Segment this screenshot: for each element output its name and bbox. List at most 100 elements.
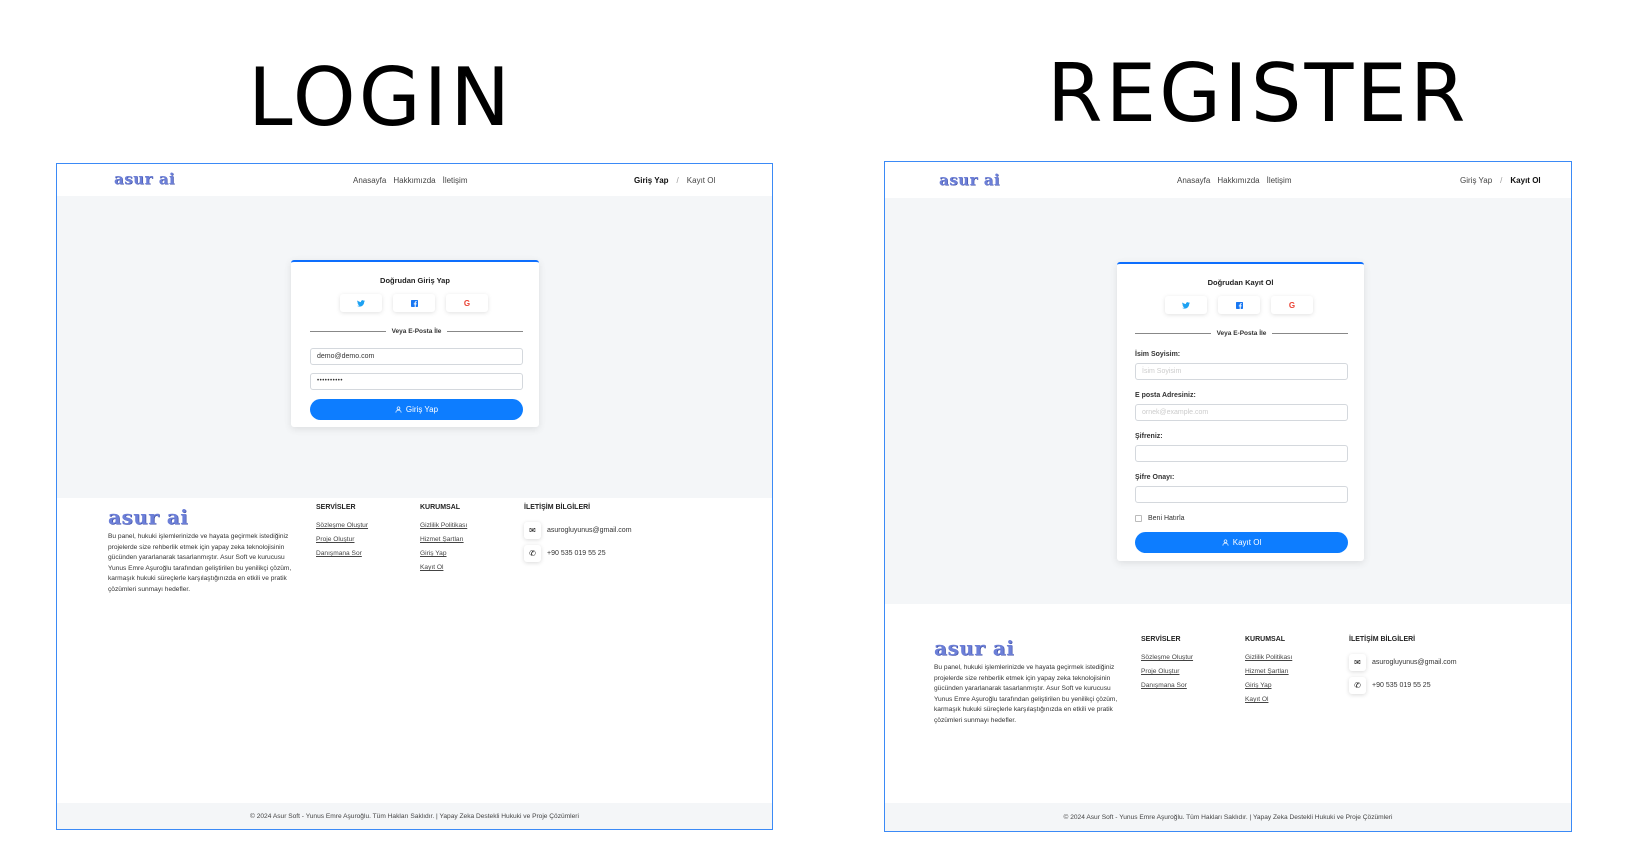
brand-logo[interactable]: asur ai	[939, 171, 1000, 189]
corporate-link-register[interactable]: Kayıt Ol	[420, 564, 467, 571]
copyright-text: © 2024 Asur Soft - Yunus Emre Aşuroğlu. …	[1063, 813, 1393, 821]
google-button[interactable]: G	[1271, 296, 1313, 314]
services-title: SERVİSLER	[316, 504, 356, 511]
remember-label: Beni Hatırla	[1148, 515, 1185, 522]
footer-description: Bu panel, hukuki işlemlerinizde ve hayat…	[108, 533, 292, 593]
name-label: İsim Soyisim:	[1135, 351, 1181, 358]
divider-text: Veya E-Posta İle	[1216, 330, 1267, 337]
card-title: Doğrudan Giriş Yap	[380, 276, 450, 285]
footer-services: SERVİSLER Sözleşme Oluştur Proje Oluştur…	[1141, 636, 1193, 696]
divider-text: Veya E-Posta İle	[391, 328, 442, 335]
register-submit-button[interactable]: Kayıt Ol	[1135, 532, 1348, 553]
divider-line-right	[1272, 333, 1348, 334]
nav-links: Anasayfa Hakkımızda İletişim	[353, 176, 467, 185]
user-icon	[1222, 539, 1229, 546]
login-submit-label: Giriş Yap	[405, 405, 439, 414]
social-register-row: G	[1165, 296, 1313, 314]
navbar: asur ai Anasayfa Hakkımızda İletişim Gir…	[57, 164, 772, 196]
nav-link-home[interactable]: Anasayfa	[1177, 176, 1210, 185]
google-icon: G	[1288, 300, 1296, 310]
remember-checkbox[interactable]	[1135, 515, 1142, 522]
facebook-button[interactable]	[1218, 296, 1260, 314]
envelope-icon: ✉	[1349, 654, 1366, 671]
user-icon	[395, 406, 402, 413]
nav-link-about[interactable]: Hakkımızda	[1217, 176, 1259, 185]
twitter-button[interactable]	[340, 294, 382, 312]
google-button[interactable]: G	[446, 294, 488, 312]
password-input[interactable]	[1135, 445, 1348, 462]
twitter-button[interactable]	[1165, 296, 1207, 314]
nav-auth: Giriş Yap / Kayıt Ol	[1460, 176, 1541, 185]
login-heading: LOGIN	[248, 51, 514, 144]
name-input[interactable]: İsim Soyisim	[1135, 363, 1348, 380]
nav-register-link[interactable]: Kayıt Ol	[687, 176, 715, 185]
password-confirm-input[interactable]	[1135, 486, 1348, 503]
corporate-title: KURUMSAL	[420, 504, 461, 511]
divider-line-left	[310, 331, 386, 332]
nav-separator: /	[676, 176, 679, 185]
brand-logo[interactable]: asur ai	[114, 170, 175, 188]
corporate-link-register[interactable]: Kayıt Ol	[1245, 696, 1292, 703]
corporate-link-terms[interactable]: Hizmet Şartları	[420, 536, 467, 543]
login-submit-button[interactable]: Giriş Yap	[310, 399, 523, 420]
contact-email[interactable]: asurogluyunus@gmail.com	[1372, 659, 1457, 666]
nav-login-link[interactable]: Giriş Yap	[1460, 176, 1492, 185]
password-confirm-label: Şifre Onayı:	[1135, 474, 1175, 481]
register-card: Doğrudan Kayıt Ol G Veya E-Posta İle İsi…	[1117, 262, 1364, 561]
contact-email[interactable]: asurogluyunus@gmail.com	[547, 527, 632, 534]
footer-logo: asur ai	[934, 636, 1015, 660]
email-input[interactable]: demo@demo.com	[310, 348, 523, 365]
facebook-button[interactable]	[393, 294, 435, 312]
nav-separator: /	[1500, 176, 1503, 185]
contact-phone-row: ✆ +90 535 019 55 25	[524, 545, 632, 562]
social-login-row: G	[340, 294, 488, 312]
service-link-consultant[interactable]: Danışmana Sor	[1141, 682, 1193, 689]
hero-area: Doğrudan Giriş Yap G Veya E-Posta İle de…	[57, 196, 772, 498]
corporate-link-privacy[interactable]: Gizlilik Politikası	[420, 522, 467, 529]
copyright-text: © 2024 Asur Soft - Yunus Emre Aşuroğlu. …	[250, 812, 579, 820]
google-icon: G	[463, 298, 471, 308]
nav-link-contact[interactable]: İletişim	[443, 176, 468, 185]
service-link-consultant[interactable]: Danışmana Sor	[316, 550, 368, 557]
password-input[interactable]: ••••••••••	[310, 373, 523, 390]
remember-row: Beni Hatırla	[1135, 515, 1185, 522]
nav-link-about[interactable]: Hakkımızda	[393, 176, 435, 185]
nav-auth: Giriş Yap / Kayıt Ol	[634, 176, 715, 185]
service-link-project[interactable]: Proje Oluştur	[1141, 668, 1193, 675]
nav-register-link[interactable]: Kayıt Ol	[1510, 176, 1540, 185]
navbar: asur ai Anasayfa Hakkımızda İletişim Gir…	[885, 162, 1571, 198]
services-title: SERVİSLER	[1141, 636, 1181, 643]
nav-link-contact[interactable]: İletişim	[1267, 176, 1292, 185]
facebook-icon	[1235, 301, 1243, 309]
envelope-icon: ✉	[524, 522, 541, 539]
phone-icon: ✆	[524, 545, 541, 562]
login-card: Doğrudan Giriş Yap G Veya E-Posta İle de…	[291, 260, 539, 427]
nav-login-link[interactable]: Giriş Yap	[634, 176, 669, 185]
twitter-icon	[1182, 301, 1190, 309]
contact-phone[interactable]: +90 535 019 55 25	[1372, 682, 1431, 689]
corporate-link-privacy[interactable]: Gizlilik Politikası	[1245, 654, 1292, 661]
email-input[interactable]: ornek@example.com	[1135, 404, 1348, 421]
copyright-bar: © 2024 Asur Soft - Yunus Emre Aşuroğlu. …	[885, 803, 1571, 831]
contact-phone[interactable]: +90 535 019 55 25	[547, 550, 606, 557]
copyright-bar: © 2024 Asur Soft - Yunus Emre Aşuroğlu. …	[57, 803, 772, 829]
facebook-icon	[410, 299, 418, 307]
service-link-project[interactable]: Proje Oluştur	[316, 536, 368, 543]
footer-description: Bu panel, hukuki işlemlerinizde ve hayat…	[934, 664, 1118, 724]
email-label: E posta Adresiniz:	[1135, 392, 1196, 399]
corporate-link-login[interactable]: Giriş Yap	[1245, 682, 1292, 689]
contact-title: İLETİŞİM BİLGİLERİ	[524, 504, 591, 511]
footer-contact: İLETİŞİM BİLGİLERİ ✉ asurogluyunus@gmail…	[524, 504, 632, 568]
corporate-link-terms[interactable]: Hizmet Şartları	[1245, 668, 1292, 675]
register-screenshot: asur ai Anasayfa Hakkımızda İletişim Gir…	[884, 161, 1572, 832]
divider-line-right	[447, 331, 523, 332]
footer-services: SERVİSLER Sözleşme Oluştur Proje Oluştur…	[316, 504, 368, 564]
service-link-contract[interactable]: Sözleşme Oluştur	[1141, 654, 1193, 661]
service-link-contract[interactable]: Sözleşme Oluştur	[316, 522, 368, 529]
contact-phone-row: ✆ +90 535 019 55 25	[1349, 677, 1457, 694]
nav-link-home[interactable]: Anasayfa	[353, 176, 386, 185]
register-submit-label: Kayıt Ol	[1232, 538, 1262, 547]
register-heading: REGISTER	[1047, 47, 1469, 140]
corporate-link-login[interactable]: Giriş Yap	[420, 550, 467, 557]
contact-title: İLETİŞİM BİLGİLERİ	[1349, 636, 1416, 643]
